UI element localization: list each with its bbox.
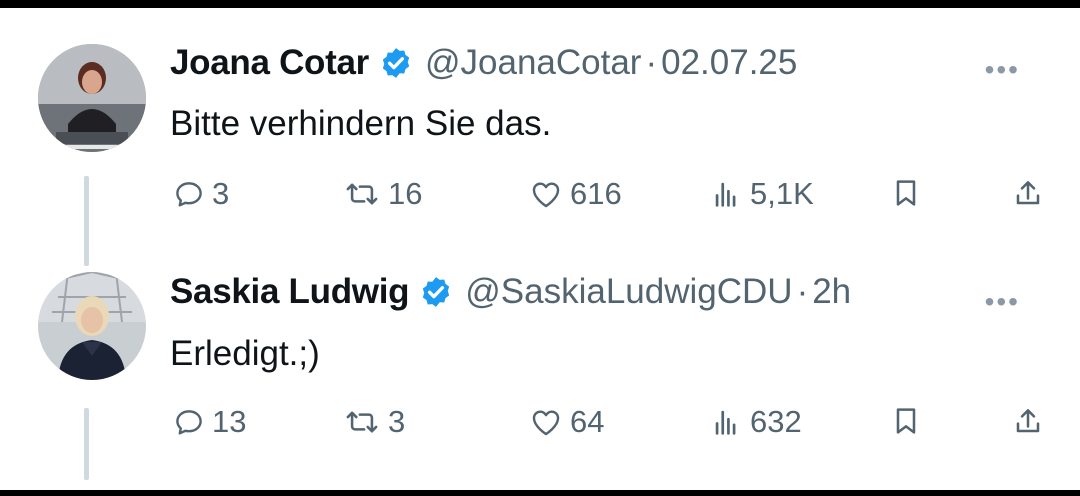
bookmark-button[interactable] [890, 404, 922, 438]
like-count: 64 [570, 404, 605, 439]
author-name[interactable]: Joana Cotar [170, 43, 369, 83]
repost-icon [342, 405, 382, 439]
tweet-2[interactable]: Saskia Ludwig @SaskiaLudwigCDU · 2h ••• … [0, 248, 1080, 490]
repost-icon [342, 177, 382, 211]
bookmark-button[interactable] [890, 176, 922, 210]
views-count: 632 [750, 404, 802, 439]
author-handle[interactable]: @JoanaCotar [425, 43, 641, 83]
like-button[interactable]: 616 [528, 176, 622, 212]
verified-badge-icon [419, 275, 453, 309]
tweet-text: Erledigt.;) [170, 334, 320, 373]
tweet-text: Bitte verhindern Sie das. [170, 104, 552, 143]
tweet-timestamp[interactable]: 2h [812, 272, 851, 312]
reply-count: 13 [212, 404, 247, 439]
share-icon [1012, 176, 1044, 210]
views-icon [710, 177, 744, 211]
like-count: 616 [570, 176, 622, 211]
reply-icon [172, 405, 206, 439]
repost-button[interactable]: 3 [342, 404, 405, 440]
tweet-header: Saskia Ludwig @SaskiaLudwigCDU · 2h [170, 270, 851, 314]
bookmark-icon [890, 404, 922, 438]
separator-dot: · [796, 272, 809, 311]
repost-button[interactable]: 16 [342, 176, 422, 212]
reply-count: 3 [212, 176, 230, 211]
verified-badge-icon [379, 46, 413, 80]
reply-icon [172, 177, 206, 211]
repost-count: 16 [388, 176, 423, 211]
like-button[interactable]: 64 [528, 404, 604, 440]
author-handle[interactable]: @SaskiaLudwigCDU [465, 272, 792, 312]
views-count: 5,1K [750, 176, 814, 211]
avatar[interactable] [38, 272, 146, 380]
views-button[interactable]: 5,1K [710, 176, 814, 212]
share-button[interactable] [1012, 404, 1044, 438]
bookmark-icon [890, 176, 922, 210]
author-name[interactable]: Saskia Ludwig [170, 272, 410, 312]
tweet-timestamp[interactable]: 02.07.25 [661, 43, 797, 83]
thread-line [84, 408, 89, 480]
avatar[interactable] [38, 44, 146, 152]
views-icon [710, 405, 744, 439]
tweet-1[interactable]: Joana Cotar @JoanaCotar · 02.07.25 ••• B… [0, 8, 1080, 266]
more-options-icon[interactable]: ••• [985, 54, 1020, 86]
share-icon [1012, 404, 1044, 438]
tweet-thread: Joana Cotar @JoanaCotar · 02.07.25 ••• B… [0, 8, 1080, 490]
repost-count: 3 [388, 404, 406, 439]
more-options-icon[interactable]: ••• [985, 286, 1020, 318]
share-button[interactable] [1012, 176, 1044, 210]
like-icon [528, 405, 564, 439]
tweet-header: Joana Cotar @JoanaCotar · 02.07.25 [170, 41, 797, 85]
views-button[interactable]: 632 [710, 404, 802, 440]
reply-button[interactable]: 13 [172, 404, 246, 440]
separator-dot: · [645, 43, 658, 82]
reply-button[interactable]: 3 [172, 176, 229, 212]
like-icon [528, 177, 564, 211]
